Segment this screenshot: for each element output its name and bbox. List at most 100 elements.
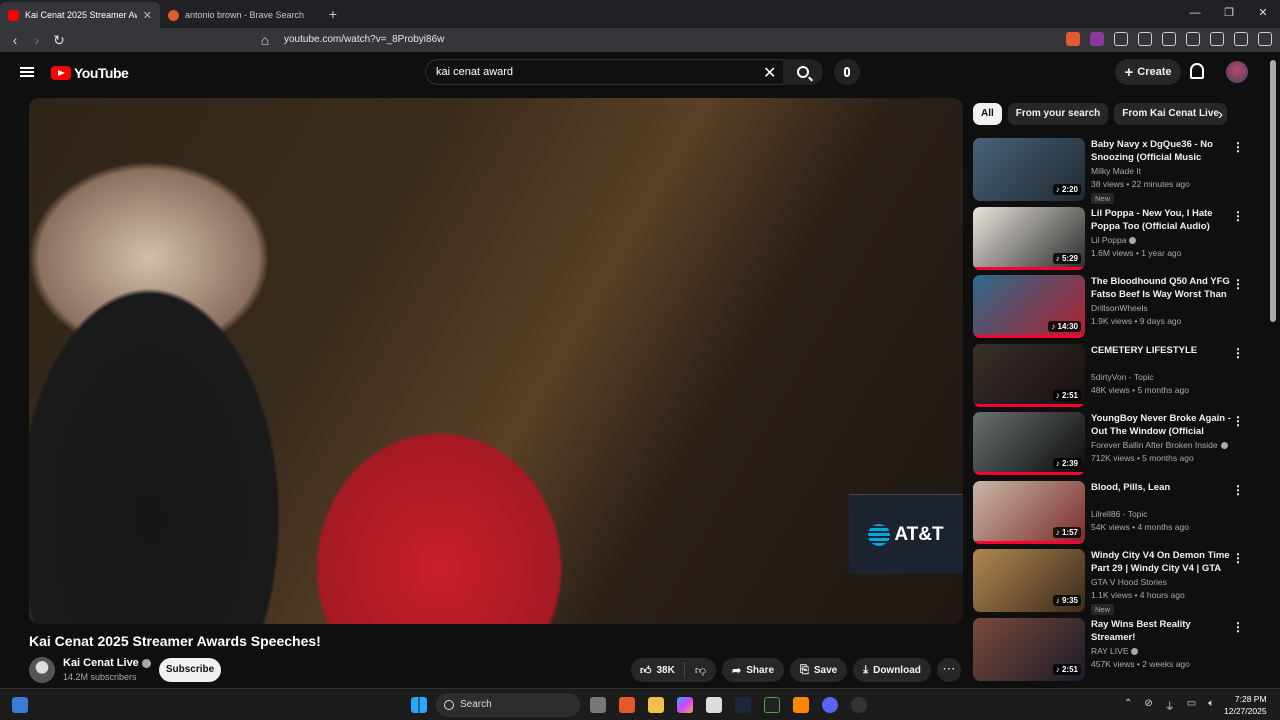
file-explorer-icon[interactable] xyxy=(648,697,664,713)
recommendation-title[interactable]: Windy City V4 On Demon Time Part 29 | Wi… xyxy=(1091,549,1231,576)
more-options-icon[interactable]: ⋮ xyxy=(1232,209,1244,223)
back-icon[interactable]: ‹ xyxy=(4,32,26,48)
restore-icon[interactable]: ❐ xyxy=(1212,0,1246,26)
more-options-icon[interactable]: ⋮ xyxy=(1232,551,1244,565)
reader-icon[interactable] xyxy=(1114,32,1128,46)
recommendation-item[interactable]: ♪ 2:39 YoungBoy Never Broke Again - Out T… xyxy=(973,412,1253,481)
recommendation-item[interactable]: ♪ 5:29 Lil Poppa - New You, I Hate Poppa … xyxy=(973,206,1253,276)
recommendation-title[interactable]: Baby Navy x DgQue36 - No Snoozing (Offic… xyxy=(1091,138,1231,165)
subscribe-button[interactable]: Subscribe xyxy=(159,658,221,682)
recommendation-channel[interactable]: 5dirtyVon - Topic xyxy=(1091,372,1154,382)
taskbar-clock[interactable]: 7:28 PM 12/27/2025 xyxy=(1224,693,1267,717)
more-options-icon[interactable]: ⋮ xyxy=(1232,277,1244,291)
start-menu-icon[interactable] xyxy=(411,697,427,713)
video-thumbnail[interactable]: ♪ 9:35 xyxy=(973,549,1085,612)
recommendation-title[interactable]: Lil Poppa - New You, I Hate Poppa Too (O… xyxy=(1091,207,1231,233)
recommendation-item[interactable]: ♪ 1:57 Blood, Pills, Lean Lilrell86 - Topi… xyxy=(973,480,1253,550)
create-button[interactable]: + Create xyxy=(1115,59,1181,85)
media-icon[interactable] xyxy=(1138,32,1152,46)
video-thumbnail[interactable]: ♪ 2:39 xyxy=(973,412,1085,475)
bookmark-icon[interactable]: ⌂ xyxy=(254,32,276,48)
recommendation-item[interactable]: ♪ 14:30 The Bloodhound Q50 And YFG Fatso … xyxy=(973,275,1253,344)
like-button[interactable]: 👍︎ 38K xyxy=(631,662,685,678)
task-view-icon[interactable] xyxy=(590,697,606,713)
leo-ai-icon[interactable] xyxy=(1210,32,1224,46)
app-loader-icon[interactable] xyxy=(851,697,867,713)
account-avatar[interactable] xyxy=(1226,61,1248,83)
recommendation-item[interactable]: ♪ 2:20 Baby Navy x DgQue36 - No Snoozing … xyxy=(973,138,1253,207)
video-thumbnail[interactable]: ♪ 2:51 xyxy=(973,617,1085,681)
tray-network-icon[interactable]: ⊘ xyxy=(1144,698,1152,713)
chip-all[interactable]: All xyxy=(973,103,1002,125)
terminal-icon[interactable] xyxy=(764,697,780,713)
volume-icon[interactable]: 🔈︎ xyxy=(1208,698,1214,713)
video-thumbnail[interactable]: ♪ 2:20 xyxy=(973,138,1085,201)
sidebar-icon[interactable] xyxy=(1162,32,1176,46)
steam-icon[interactable] xyxy=(735,697,751,713)
share-button[interactable]: ➦ Share xyxy=(722,658,785,682)
channel-name[interactable]: Kai Cenat Live xyxy=(63,657,151,669)
forward-icon[interactable]: › xyxy=(26,32,48,48)
store-icon[interactable] xyxy=(706,697,722,713)
minimize-icon[interactable]: — xyxy=(1178,0,1212,26)
brave-browser-icon[interactable] xyxy=(619,697,635,713)
url-field[interactable]: youtube.com/watch?v=_8Probyi86w xyxy=(284,32,444,48)
app-icon[interactable] xyxy=(793,697,809,713)
more-options-icon[interactable]: ⋮ xyxy=(1232,414,1244,428)
tray-chevron-icon[interactable]: ⌃ xyxy=(1124,698,1132,713)
recommendation-title[interactable]: Ray Wins Best Reality Streamer! xyxy=(1091,618,1231,644)
brave-shield-icon[interactable] xyxy=(1066,32,1080,46)
recommendation-channel[interactable]: Forever Ballin After Broken Inside xyxy=(1091,440,1228,450)
chevron-right-icon[interactable]: › xyxy=(1218,106,1223,123)
menu-icon[interactable] xyxy=(1258,32,1272,46)
recommendation-item[interactable]: ♪ 9:35 Windy City V4 On Demon Time Part 2… xyxy=(973,549,1253,618)
clear-search-icon[interactable]: ✕ xyxy=(763,63,776,83)
search-input[interactable]: kai cenat award xyxy=(425,59,785,85)
video-thumbnail[interactable]: ♪ 1:57 xyxy=(973,480,1085,544)
video-player[interactable]: AT&T xyxy=(29,98,963,624)
hamburger-menu-icon[interactable] xyxy=(20,67,34,77)
chip-from-your-search[interactable]: From your search xyxy=(1007,103,1109,125)
tray-mic-icon[interactable]: ⏚ xyxy=(1165,698,1175,713)
widgets-icon[interactable] xyxy=(12,697,28,713)
download-button[interactable]: ⤓ Download xyxy=(853,658,931,682)
new-tab-button[interactable]: + xyxy=(320,2,346,28)
recommendation-item[interactable]: ♪ 2:51 CEMETERY LIFESTYLE 5dirtyVon - Topi… xyxy=(973,343,1253,413)
tab-youtube[interactable]: Kai Cenat 2025 Streamer Aw ✕ xyxy=(0,2,160,28)
more-options-icon[interactable]: ⋮ xyxy=(1232,140,1244,154)
channel-avatar[interactable] xyxy=(29,657,55,683)
recommendation-title[interactable]: CEMETERY LIFESTYLE xyxy=(1091,344,1231,357)
recommendation-channel[interactable]: DrillsonWheels xyxy=(1091,303,1148,313)
recommendation-title[interactable]: Blood, Pills, Lean xyxy=(1091,481,1231,494)
page-scrollbar[interactable] xyxy=(1270,60,1276,322)
recommendation-channel[interactable]: RAY LIVE xyxy=(1091,646,1139,656)
recommendation-channel[interactable]: Lilrell86 - Topic xyxy=(1091,509,1148,519)
close-window-icon[interactable]: ✕ xyxy=(1246,0,1280,26)
youtube-logo[interactable]: YouTube xyxy=(51,65,129,81)
more-options-icon[interactable]: ⋮ xyxy=(1232,483,1244,497)
recommendation-channel[interactable]: GTA V Hood Stories xyxy=(1091,577,1167,587)
more-options-icon[interactable]: ⋮ xyxy=(1232,346,1244,360)
copilot-icon[interactable] xyxy=(677,697,693,713)
chip-from-channel[interactable]: From Kai Cenat Live xyxy=(1114,103,1227,125)
voice-search-button[interactable] xyxy=(834,59,860,85)
tab-brave-search[interactable]: antonio brown - Brave Search xyxy=(160,2,320,28)
brave-rewards-icon[interactable] xyxy=(1090,32,1104,46)
video-thumbnail[interactable]: ♪ 5:29 xyxy=(973,206,1085,270)
wallet-icon[interactable] xyxy=(1186,32,1200,46)
notifications-bell-icon[interactable] xyxy=(1190,63,1204,79)
more-actions-icon[interactable]: ⋯ xyxy=(936,658,961,682)
recommendation-channel[interactable]: Milky Made It xyxy=(1091,166,1141,176)
recommendation-title[interactable]: The Bloodhound Q50 And YFG Fatso Beef Is… xyxy=(1091,275,1231,302)
tray-display-icon[interactable]: ▭ xyxy=(1187,698,1196,713)
save-button[interactable]: ⎘ Save xyxy=(790,658,848,682)
video-thumbnail[interactable]: ♪ 14:30 xyxy=(973,275,1085,338)
close-tab-icon[interactable]: ✕ xyxy=(143,9,152,22)
discord-icon[interactable] xyxy=(822,697,838,713)
dislike-button[interactable]: 👎︎ xyxy=(685,664,716,677)
video-thumbnail[interactable]: ♪ 2:51 xyxy=(973,343,1085,407)
vpn-icon[interactable] xyxy=(1234,32,1248,46)
taskbar-search[interactable]: Search xyxy=(436,693,580,717)
reload-icon[interactable]: ↻ xyxy=(48,32,70,49)
recommendation-channel[interactable]: Lil Poppa xyxy=(1091,235,1137,245)
